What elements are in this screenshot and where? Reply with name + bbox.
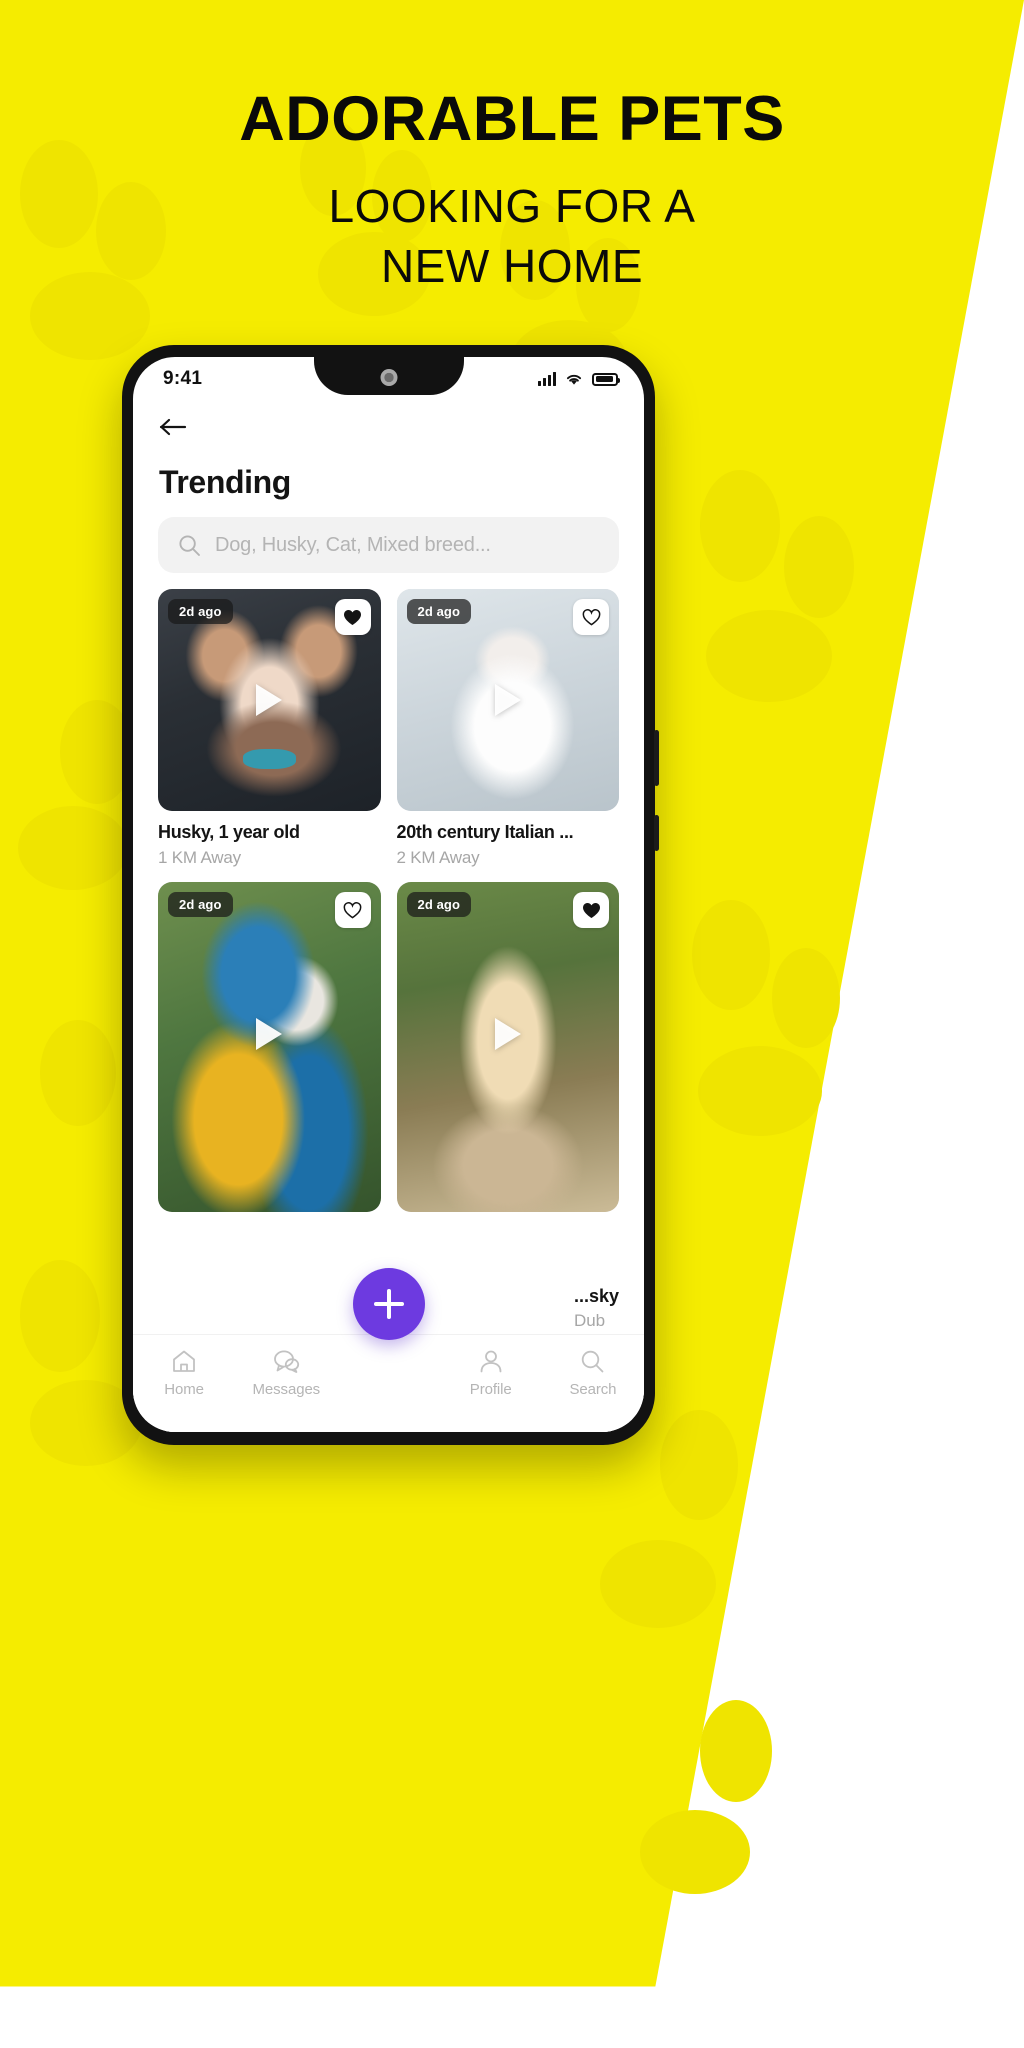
paw-blob: [40, 1020, 116, 1126]
pet-thumbnail[interactable]: 2d ago: [396, 589, 619, 811]
paw-blob: [640, 1810, 750, 1894]
subheadline-line-2: NEW HOME: [380, 239, 644, 292]
page-title: ADORABLE PETS: [239, 84, 785, 154]
pet-card[interactable]: 2d ago: [158, 882, 381, 1212]
screen-title: Trending: [159, 464, 291, 500]
pet-distance: 1 KM Away: [158, 848, 241, 867]
heart-filled-icon: [582, 902, 600, 918]
obscured-title: ...sky: [573, 1286, 619, 1306]
subheadline-line-1: LOOKING FOR A: [328, 180, 696, 232]
heart-filled-icon: [343, 609, 362, 625]
nav-item-profile[interactable]: Profile: [440, 1349, 542, 1398]
paw-blob: [706, 610, 832, 702]
time-badge: 2d ago: [406, 599, 471, 624]
home-icon: [173, 1350, 195, 1372]
paw-blob: [700, 470, 780, 582]
phone-volume-button[interactable]: [654, 730, 659, 786]
favorite-button[interactable]: [334, 892, 371, 928]
play-icon[interactable]: [256, 1017, 283, 1050]
nav-label: Home: [164, 1381, 204, 1398]
nav-item-messages[interactable]: Messages: [235, 1349, 337, 1398]
status-icons: [538, 372, 621, 386]
paw-blob: [692, 900, 770, 1010]
back-arrow-icon[interactable]: [159, 415, 189, 439]
chat-bubbles-icon: [273, 1350, 299, 1373]
pet-card[interactable]: 2d ago Husky, 1 year old 1 KM Away: [158, 589, 381, 868]
play-icon[interactable]: [494, 684, 521, 716]
pet-card-grid: 2d ago Husky, 1 year old 1 KM Away 2d ag…: [133, 573, 644, 1212]
wifi-icon: [565, 372, 583, 386]
pet-card[interactable]: 2d ago: [396, 882, 619, 1212]
paw-blob: [600, 1540, 716, 1628]
search-icon: [582, 1350, 604, 1373]
obscured-right: ...sky Dub: [574, 1286, 619, 1332]
paw-blob: [18, 806, 128, 890]
pet-thumbnail[interactable]: 2d ago: [158, 589, 381, 811]
paw-blob: [660, 1410, 738, 1520]
search-section: [133, 501, 644, 573]
pet-thumbnail[interactable]: 2d ago: [396, 882, 619, 1212]
nav-label: Messages: [252, 1381, 321, 1398]
app-header: [133, 401, 644, 444]
phone-screen: 9:41 Trending Dog, Husky, Cat, Mixed bre…: [133, 357, 644, 1432]
pet-card[interactable]: 2d ago 20th century Italian ... 2 KM Awa…: [396, 589, 619, 868]
add-button[interactable]: [352, 1268, 425, 1340]
nav-item-search[interactable]: Search: [542, 1349, 644, 1398]
bottom-navigation: Home Messages Profile Search: [133, 1334, 644, 1432]
search-bar[interactable]: [158, 517, 619, 573]
favorite-button[interactable]: [334, 599, 371, 635]
nav-label: Profile: [469, 1381, 512, 1398]
status-time: 9:41: [163, 368, 203, 389]
favorite-button[interactable]: [573, 599, 609, 635]
favorite-button[interactable]: [573, 892, 609, 928]
nav-item-home[interactable]: Home: [133, 1349, 235, 1398]
battery-icon: [592, 372, 621, 386]
heart-outline-icon: [582, 608, 600, 625]
front-camera-icon: [380, 369, 397, 386]
pet-thumbnail[interactable]: 2d ago: [158, 882, 381, 1212]
phone-notch: [313, 357, 464, 395]
cellular-signal-icon: [538, 372, 556, 386]
search-input[interactable]: [215, 533, 599, 557]
time-badge: 2d ago: [168, 892, 233, 917]
phone-power-button[interactable]: [654, 815, 659, 851]
obscured-subtitle: Dub: [573, 1311, 606, 1330]
poster-headline-group: ADORABLE PETS LOOKING FOR A NEW HOME: [0, 88, 1024, 297]
plus-icon: [373, 1289, 404, 1319]
paw-blob: [698, 1046, 822, 1136]
pet-title: 20th century Italian ...: [396, 822, 574, 842]
paw-blob: [772, 948, 840, 1048]
play-icon[interactable]: [494, 1017, 521, 1050]
pet-title: Husky, 1 year old: [158, 822, 300, 842]
app-screen: Trending 2d ago: [133, 401, 644, 1432]
play-icon[interactable]: [256, 684, 283, 716]
poster-subheadline: LOOKING FOR A NEW HOME: [0, 177, 1024, 297]
paw-blob: [20, 1260, 100, 1372]
paw-blob: [784, 516, 854, 618]
paw-blob: [700, 1700, 772, 1802]
pet-distance: 2 KM Away: [396, 848, 480, 867]
time-badge: 2d ago: [406, 892, 471, 917]
phone-mockup: 9:41 Trending Dog, Husky, Cat, Mixed bre…: [122, 345, 659, 1445]
heart-outline-icon: [343, 901, 362, 918]
search-icon: [179, 534, 200, 556]
person-icon: [480, 1350, 502, 1373]
time-badge: 2d ago: [168, 599, 233, 624]
nav-label: Search: [569, 1381, 617, 1398]
